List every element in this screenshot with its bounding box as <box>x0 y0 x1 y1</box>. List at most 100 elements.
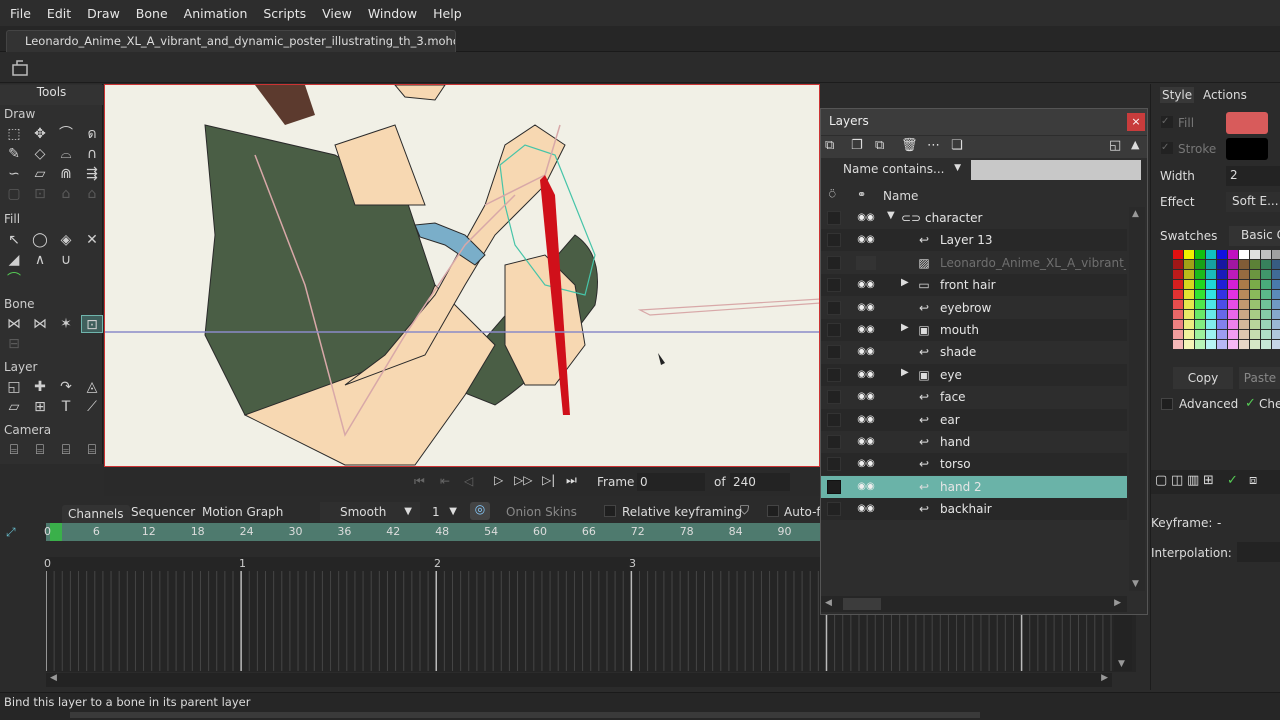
swatch-cell[interactable] <box>1195 330 1205 339</box>
menu-file[interactable]: File <box>2 6 39 21</box>
swatch-cell[interactable] <box>1272 320 1280 329</box>
swatch-cell[interactable] <box>1239 250 1249 259</box>
swatch-cell[interactable] <box>1206 330 1216 339</box>
swatch-cell[interactable] <box>1217 300 1227 309</box>
eye-icon[interactable]: ◉◉ <box>856 457 876 471</box>
last-frame-icon[interactable]: ▷| <box>542 473 555 487</box>
scroll-down-icon[interactable]: ▼ <box>1118 659 1125 669</box>
camera-zoom-icon[interactable]: ⌸ <box>29 441 51 459</box>
swatch-cell[interactable] <box>1173 340 1183 349</box>
onion-skin-icon[interactable]: ◎ <box>470 502 490 520</box>
layer-settings-icon[interactable]: ❏ <box>951 138 963 153</box>
eye-icon[interactable]: ◉◉ <box>856 480 876 494</box>
swatch-cell[interactable] <box>1228 250 1238 259</box>
layer-filter-input[interactable] <box>971 160 1141 180</box>
swatch-cell[interactable] <box>1261 260 1271 269</box>
menu-edit[interactable]: Edit <box>39 6 79 21</box>
select-points-icon[interactable]: ⬚ <box>3 125 25 143</box>
eye-icon[interactable]: ◉◉ <box>856 368 876 382</box>
swatch-cell[interactable] <box>1228 310 1238 319</box>
line-width-icon[interactable]: ◢ <box>3 251 25 269</box>
select-bone-icon[interactable]: ⋈ <box>3 315 25 333</box>
swatch-cell[interactable] <box>1228 340 1238 349</box>
interpolation-field[interactable] <box>1237 542 1280 562</box>
swatch-cell[interactable] <box>1239 330 1249 339</box>
copy-button[interactable]: Copy <box>1173 367 1233 389</box>
scale-layer-icon[interactable]: ◬ <box>81 378 103 396</box>
swatch-cell[interactable] <box>1217 340 1227 349</box>
layer-color-checkbox[interactable] <box>827 323 841 337</box>
camera-roll-icon[interactable]: ⌸ <box>55 441 77 459</box>
swatch-cell[interactable] <box>1239 310 1249 319</box>
tab-style[interactable]: Style <box>1160 87 1195 103</box>
layer-color-checkbox[interactable] <box>827 300 841 315</box>
eye-icon[interactable]: ◉◉ <box>856 323 876 337</box>
next-frame-icon[interactable]: ▷▷ <box>514 473 532 487</box>
swatch-cell[interactable] <box>1228 300 1238 309</box>
layer-color-checkbox[interactable] <box>827 233 841 248</box>
swatch-cell[interactable] <box>1261 290 1271 299</box>
layer-row[interactable]: ◉◉ ↩ hand <box>821 431 1127 453</box>
eye-icon[interactable]: ◉◉ <box>856 413 876 427</box>
swatch-cell[interactable] <box>1217 310 1227 319</box>
relative-keyframing-checkbox[interactable] <box>604 505 616 517</box>
swatch-cell[interactable] <box>1250 330 1260 339</box>
swatch-cell[interactable] <box>1173 310 1183 319</box>
swatch-cell[interactable] <box>1173 260 1183 269</box>
swatch-cell[interactable] <box>1272 310 1280 319</box>
menu-animation[interactable]: Animation <box>176 6 256 21</box>
swatch-cell[interactable] <box>1250 310 1260 319</box>
swatch-cell[interactable] <box>1195 290 1205 299</box>
swatch-cell[interactable] <box>1261 300 1271 309</box>
layer-row[interactable]: ◉◉ ▶ ▣ eye <box>821 363 1127 386</box>
translate-layer-icon[interactable]: ✚ <box>29 378 51 396</box>
hide-edge-icon[interactable]: ∧ <box>29 251 51 269</box>
swatch-cell[interactable] <box>1228 320 1238 329</box>
layer-color-checkbox[interactable] <box>827 502 841 517</box>
layer-color-checkbox[interactable] <box>827 345 841 360</box>
tab-motion-graph[interactable]: Motion Graph <box>202 505 283 519</box>
layer-row[interactable]: ◉◉ ▼ ⊂⊃ character <box>821 207 1127 229</box>
swatch-cell[interactable] <box>1206 280 1216 289</box>
first-frame-icon[interactable]: ⇤ <box>440 474 450 488</box>
swatch-cell[interactable] <box>1206 290 1216 299</box>
delete-edge-icon[interactable]: ∩ <box>81 145 103 163</box>
swatch-cell[interactable] <box>1272 330 1280 339</box>
layers-scroll-up-icon[interactable]: ▲ <box>1132 209 1139 219</box>
swatch-cell[interactable] <box>1250 340 1260 349</box>
advanced-check-icon[interactable]: ✓ <box>1245 396 1256 411</box>
swatch-cell[interactable] <box>1228 260 1238 269</box>
swatch-cell[interactable] <box>1261 340 1271 349</box>
swatch-cell[interactable] <box>1184 330 1194 339</box>
swatch-cell[interactable] <box>1272 340 1280 349</box>
camera-pan-icon[interactable]: ⌸ <box>81 441 103 459</box>
frame-input[interactable]: 0 <box>637 473 705 491</box>
close-icon[interactable]: × <box>1127 113 1145 131</box>
visibility-header-icon[interactable]: ⍥ <box>829 188 836 202</box>
swatch-cell[interactable] <box>1228 290 1238 299</box>
swatch-cell[interactable] <box>1195 300 1205 309</box>
swatch-cell[interactable] <box>1206 250 1216 259</box>
canvas-viewport[interactable] <box>104 84 820 467</box>
text-tool-icon[interactable]: T <box>55 398 77 416</box>
layer-row[interactable]: ◉◉ ↩ ear <box>821 408 1127 431</box>
layer-row[interactable]: ◉◉ ▶ ▭ front hair <box>821 274 1127 297</box>
swatch-cell[interactable] <box>1272 250 1280 259</box>
eye-icon[interactable]: ◉◉ <box>856 435 876 449</box>
single-view-icon[interactable]: ▢ <box>1155 473 1167 488</box>
play-icon[interactable]: ▷ <box>494 473 503 487</box>
add-bone-icon[interactable]: ✶ <box>55 315 77 333</box>
swatch-cell[interactable] <box>1173 320 1183 329</box>
menu-draw[interactable]: Draw <box>79 6 128 21</box>
layer-row[interactable]: ◉◉ ↩ face <box>821 386 1127 408</box>
add-point-icon[interactable]: ⌒ <box>55 125 77 143</box>
swatch-cell[interactable] <box>1173 280 1183 289</box>
swatch-cell[interactable] <box>1239 280 1249 289</box>
swatch-cell[interactable] <box>1173 250 1183 259</box>
eye-icon[interactable]: ◉◉ <box>856 233 876 247</box>
layer-color-checkbox[interactable] <box>827 367 841 382</box>
stroke-color-swatch[interactable] <box>1226 138 1268 160</box>
auto-freeze-checkbox[interactable] <box>767 505 779 517</box>
swatch-cell[interactable] <box>1239 340 1249 349</box>
scroll-right-icon[interactable]: ▶ <box>1101 673 1108 683</box>
